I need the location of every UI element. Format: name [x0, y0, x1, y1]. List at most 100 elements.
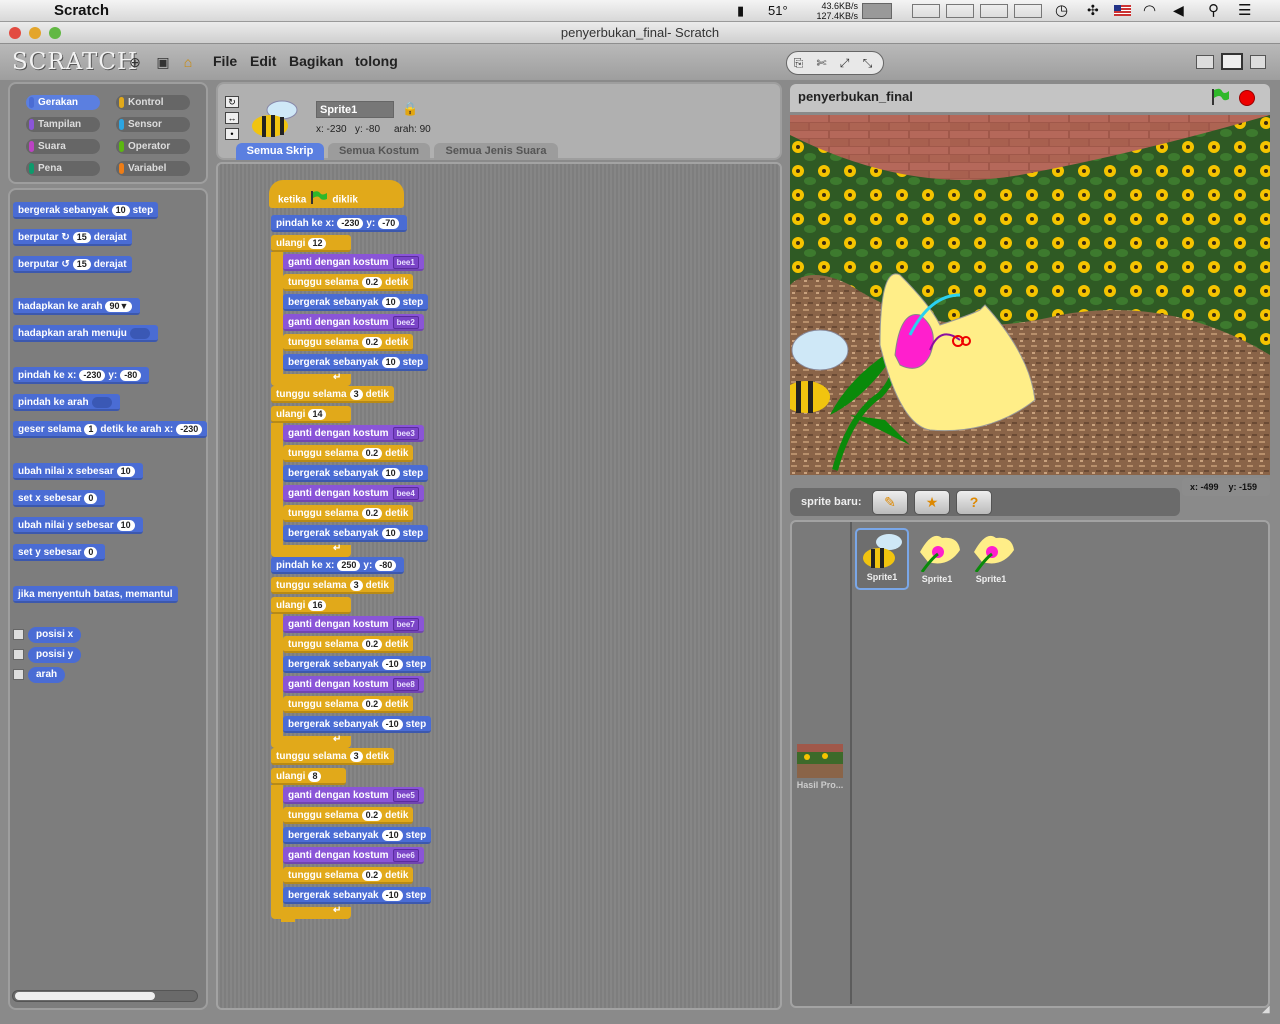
- bookmark-icon[interactable]: ▮: [737, 3, 744, 19]
- sprite-thumb[interactable]: Sprite1: [964, 528, 1018, 590]
- list-icon[interactable]: ☰: [1238, 1, 1251, 19]
- wait-block[interactable]: tunggu selama 3 detik: [271, 577, 394, 594]
- set-y-block[interactable]: set y sebesar 0: [13, 544, 106, 561]
- category-gerakan[interactable]: Gerakan: [26, 95, 100, 110]
- point-direction-block[interactable]: hadapkan ke arah 90▼: [13, 298, 141, 315]
- paint-sprite-button[interactable]: ✎: [872, 490, 908, 515]
- move-steps-block[interactable]: bergerak sebanyak 10 step: [283, 294, 429, 311]
- small-stage-icon[interactable]: [1196, 55, 1214, 69]
- menu-file[interactable]: File: [213, 53, 237, 69]
- shrink-icon[interactable]: ⤡: [856, 52, 879, 74]
- tab-scripts[interactable]: Semua Skrip: [236, 143, 324, 160]
- wifi-icon[interactable]: ◠: [1143, 1, 1156, 19]
- category-operator[interactable]: Operator: [116, 139, 190, 154]
- move-steps-block[interactable]: bergerak sebanyak -10 step: [283, 887, 432, 904]
- x-position-reporter[interactable]: posisi x: [28, 627, 82, 643]
- glide-block[interactable]: geser selama 1 detik ke arah x: -230: [13, 421, 207, 438]
- bounce-block[interactable]: jika menyentuh batas, memantul: [13, 586, 178, 603]
- wait-block[interactable]: tunggu selama 0.2 detik: [283, 274, 414, 291]
- wait-block[interactable]: tunggu selama 3 detik: [271, 386, 394, 403]
- no-rotate-icon[interactable]: •: [225, 128, 239, 140]
- tab-sounds[interactable]: Semua Jenis Suara: [434, 143, 558, 160]
- wait-block[interactable]: tunggu selama 0.2 detik: [283, 636, 414, 653]
- rotate-style-icon[interactable]: ↻: [225, 96, 239, 108]
- show-y-checkbox[interactable]: [13, 649, 24, 660]
- category-kontrol[interactable]: Kontrol: [116, 95, 190, 110]
- change-y-block[interactable]: ubah nilai y sebesar 10: [13, 517, 143, 534]
- wait-block[interactable]: tunggu selama 0.2 detik: [283, 696, 414, 713]
- y-position-reporter[interactable]: posisi y: [28, 647, 82, 663]
- stage-thumb[interactable]: Hasil Pro...: [796, 744, 844, 796]
- sprite-name-input[interactable]: [316, 101, 394, 118]
- move-steps-block[interactable]: bergerak sebanyak -10 step: [283, 656, 432, 673]
- resize-grip-icon[interactable]: ◢: [1262, 1004, 1270, 1015]
- switch-costume-block[interactable]: ganti dengan kostum bee2: [283, 314, 424, 331]
- bluetooth-icon[interactable]: ✣: [1087, 2, 1099, 19]
- save-icon[interactable]: ▣: [154, 54, 172, 70]
- sprite-thumb[interactable]: Sprite1: [855, 528, 909, 590]
- flag-icon[interactable]: [1114, 5, 1131, 16]
- move-steps-block[interactable]: bergerak sebanyak 10 step: [283, 465, 429, 482]
- set-x-block[interactable]: set x sebesar 0: [13, 490, 106, 507]
- switch-costume-block[interactable]: ganti dengan kostum bee7: [283, 616, 424, 633]
- flip-style-icon[interactable]: ↔: [225, 112, 239, 124]
- tab-costumes[interactable]: Semua Kostum: [328, 143, 430, 160]
- repeat-block[interactable]: ulangi 16: [271, 597, 351, 614]
- wait-block[interactable]: tunggu selama 0.2 detik: [283, 505, 414, 522]
- goto-xy-block[interactable]: pindah ke x: -230 y: -70: [271, 215, 408, 232]
- move-steps-block[interactable]: bergerak sebanyak -10 step: [283, 716, 432, 733]
- stop-icon[interactable]: [1239, 90, 1255, 106]
- green-flag-icon[interactable]: [1210, 88, 1230, 106]
- grow-icon[interactable]: ⤢: [833, 52, 856, 74]
- when-flag-clicked-label[interactable]: ketika diklik: [273, 190, 363, 207]
- show-x-checkbox[interactable]: [13, 629, 24, 640]
- switch-costume-block[interactable]: ganti dengan kostum bee1: [283, 254, 424, 271]
- goto-xy-block[interactable]: pindah ke x: 250 y: -80: [271, 557, 405, 574]
- point-towards-block[interactable]: hadapkan arah menuju: [13, 325, 158, 342]
- goto-block[interactable]: pindah ke arah: [13, 394, 120, 411]
- move-steps-block[interactable]: bergerak sebanyak -10 step: [283, 827, 432, 844]
- switch-costume-block[interactable]: ganti dengan kostum bee3: [283, 425, 424, 442]
- palette-scrollbar[interactable]: [12, 990, 198, 1002]
- turn-cw-block[interactable]: berputar ↻ 15 derajat: [13, 229, 132, 246]
- minimize-window-button[interactable]: [29, 27, 41, 39]
- move-steps-block[interactable]: bergerak sebanyak 10 step: [283, 354, 429, 371]
- cut-icon[interactable]: ✄: [810, 52, 833, 74]
- close-window-button[interactable]: [9, 27, 21, 39]
- category-suara[interactable]: Suara: [26, 139, 100, 154]
- move-steps-block[interactable]: bergerak sebanyak 10 step: [283, 525, 429, 542]
- category-pena[interactable]: Pena: [26, 161, 100, 176]
- switch-costume-block[interactable]: ganti dengan kostum bee8: [283, 676, 424, 693]
- switch-costume-block[interactable]: ganti dengan kostum bee5: [283, 787, 424, 804]
- menu-help[interactable]: tolong: [355, 53, 398, 69]
- stage-canvas[interactable]: [790, 115, 1270, 475]
- menu-edit[interactable]: Edit: [250, 53, 276, 69]
- category-tampilan[interactable]: Tampilan: [26, 117, 100, 132]
- sprite-thumb[interactable]: Sprite1: [910, 528, 964, 590]
- show-direction-checkbox[interactable]: [13, 669, 24, 680]
- app-name[interactable]: Scratch: [54, 2, 109, 19]
- wait-block[interactable]: tunggu selama 3 detik: [271, 748, 394, 765]
- normal-stage-icon[interactable]: [1221, 53, 1243, 70]
- change-x-block[interactable]: ubah nilai x sebesar 10: [13, 463, 143, 480]
- presentation-mode-icon[interactable]: [1250, 55, 1266, 69]
- menu-share[interactable]: Bagikan: [289, 53, 343, 69]
- switch-costume-block[interactable]: ganti dengan kostum bee4: [283, 485, 424, 502]
- choose-sprite-button[interactable]: ★: [914, 490, 950, 515]
- time-machine-icon[interactable]: ◷: [1055, 1, 1068, 19]
- direction-reporter[interactable]: arah: [28, 667, 66, 683]
- repeat-block[interactable]: ulangi 14: [271, 406, 351, 423]
- volume-icon[interactable]: ◀: [1173, 2, 1184, 19]
- lock-icon[interactable]: 🔒: [402, 101, 418, 117]
- wait-block[interactable]: tunggu selama 0.2 detik: [283, 445, 414, 462]
- wait-block[interactable]: tunggu selama 0.2 detik: [283, 807, 414, 824]
- wait-block[interactable]: tunggu selama 0.2 detik: [283, 334, 414, 351]
- share-icon[interactable]: ⌂: [179, 54, 197, 70]
- zoom-window-button[interactable]: [49, 27, 61, 39]
- category-variabel[interactable]: Variabel: [116, 161, 190, 176]
- switch-costume-block[interactable]: ganti dengan kostum bee6: [283, 847, 424, 864]
- goto-xy-block[interactable]: pindah ke x: -230 y: -80: [13, 367, 150, 384]
- turn-ccw-block[interactable]: berputar ↺ 15 derajat: [13, 256, 132, 273]
- wait-block[interactable]: tunggu selama 0.2 detik: [283, 867, 414, 884]
- globe-icon[interactable]: ⊕: [126, 54, 144, 70]
